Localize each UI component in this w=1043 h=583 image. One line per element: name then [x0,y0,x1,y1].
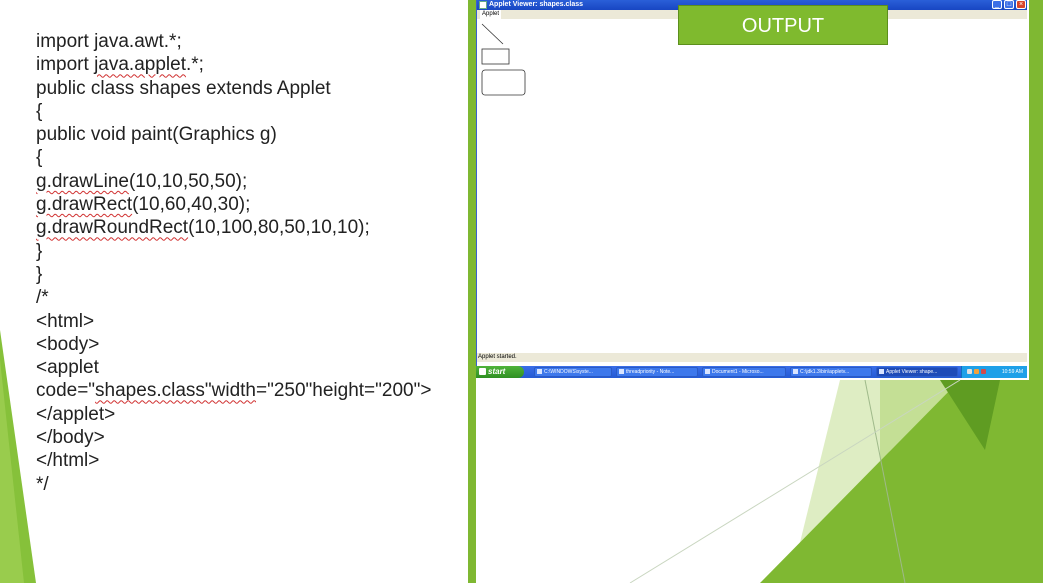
code-token: <html> [36,310,95,332]
code-line: public class shapes extends Applet [36,77,466,100]
code-token-misspelled: g.drawRect [36,194,133,216]
code-token: java.awt.*; [94,31,182,52]
code-token-misspelled: shapes.class"width [95,380,256,402]
code-token: } [36,263,43,285]
taskbar-item[interactable]: Document1 - Microso... [702,367,786,377]
code-listing: import java.awt.*; import java.applet.*; p… [36,30,466,496]
code-line: /* [36,286,466,309]
code-line: </html> [36,449,466,472]
taskbar-item-icon [537,369,542,374]
applet-drawing [481,23,526,96]
code-token: </body> [36,427,105,449]
code-token: <applet [36,357,99,379]
start-label: start [488,367,506,376]
code-line: */ [36,473,466,496]
taskbar-item[interactable]: Applet Viewer: shape... [876,367,958,377]
taskbar-item-icon [619,369,624,374]
code-line: </body> [36,426,466,449]
code-line: </applet> [36,403,466,426]
code-line: <html> [36,310,466,333]
start-button[interactable]: start [476,366,524,378]
code-token: /* [36,287,49,309]
code-token: code=" [36,380,96,402]
status-text: Applet started. [478,354,517,360]
code-token: (10,10,50,50); [128,170,248,192]
code-token: </html> [36,450,100,472]
drawn-round-rect [481,69,526,96]
code-line: g.drawRoundRect(10,100,80,50,10,10); [36,216,466,239]
volume-icon[interactable] [981,369,986,374]
system-tray: 10:59 AM [961,366,1027,378]
code-token: (10,60,40,30); [132,194,251,216]
windows-logo-icon [479,368,486,375]
taskbar-item[interactable]: threadpriority - Note... [616,367,698,377]
code-line: { [36,146,466,169]
drawn-rect [481,48,510,65]
code-line: import java.applet.*; [36,53,466,76]
code-token: ="250"height="200"> [255,380,432,402]
code-line: code="shapes.class"width="250"height="20… [36,379,466,402]
taskbar-item-icon [793,369,798,374]
right-white-gap [1027,0,1029,380]
right-green-stripe [1027,0,1043,380]
code-token: { [36,100,43,122]
applet-viewer-window: Applet Viewer: shapes.class _ □ × Applet… [476,0,1027,366]
code-token: { [36,147,43,169]
taskbar-item-icon [879,369,884,374]
taskbar-item-label: Applet Viewer: shape... [886,369,938,375]
code-line: <body> [36,333,466,356]
code-token: (10,100,80,50,10,10); [188,217,370,239]
code-token: public void paint(Graphics g) [36,124,277,146]
code-line: } [36,240,466,263]
code-token: } [36,240,43,262]
applet-menu[interactable]: Applet [480,10,502,19]
java-tray-icon[interactable] [974,369,979,374]
code-token-misspelled: g.drawLine [36,170,129,192]
clock: 10:59 AM [1001,369,1023,375]
code-token: public class shapes extends Applet [36,77,331,99]
applet-status-bar: Applet started. [477,353,1027,362]
code-token: import [36,31,95,52]
code-line: g.drawLine(10,10,50,50); [36,170,466,193]
taskbar-item-label: threadpriority - Note... [626,369,675,375]
code-token-misspelled: g.drawRoundRect [36,217,189,239]
network-icon[interactable] [967,369,972,374]
code-token: </applet> [36,403,116,425]
panel-divider [468,0,476,583]
window-title: Applet Viewer: shapes.class [489,1,584,8]
close-button[interactable]: × [1016,0,1026,9]
code-token-misspelled: java.applet [94,54,186,76]
code-token: import [36,54,95,76]
code-token: <body> [36,333,100,355]
taskbar-item-icon [705,369,710,374]
minimize-button[interactable]: _ [992,0,1002,9]
taskbar-item-label: C:\jdk1.3\bin\appletv... [800,369,850,375]
maximize-button[interactable]: □ [1004,0,1014,9]
code-token: .*; [185,54,204,76]
code-line: } [36,263,466,286]
java-app-icon [479,1,487,9]
output-label: OUTPUT [678,5,888,45]
taskbar-item[interactable]: C:\jdk1.3\bin\appletv... [790,367,872,377]
code-line: { [36,100,466,123]
code-token: */ [36,473,49,495]
taskbar-item[interactable]: C:\WINDOWS\syste... [534,367,612,377]
applet-canvas [477,19,1027,353]
code-line: g.drawRect(10,60,40,30); [36,193,466,216]
windows-taskbar: start 10:59 AM C:\WINDOWS\syste... thread… [476,366,1027,378]
taskbar-item-label: C:\WINDOWS\syste... [544,369,593,375]
drawn-line [481,23,504,45]
code-line: <applet [36,356,466,379]
code-line: public void paint(Graphics g) [36,123,466,146]
code-line: import java.awt.*; [36,30,466,53]
taskbar-item-label: Document1 - Microso... [712,369,764,375]
